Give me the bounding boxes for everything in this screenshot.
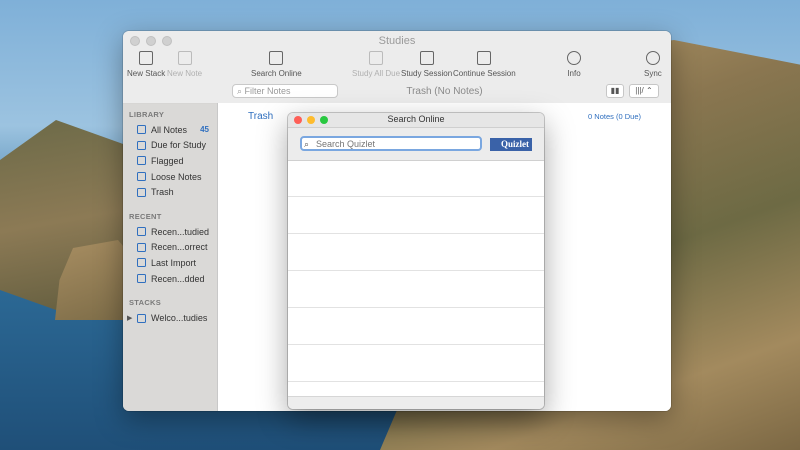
sidebar-panel-icon <box>477 51 492 65</box>
search-icon: ⌕ <box>304 139 310 149</box>
sidebar-item-stack[interactable]: ▶ Welco...tudies <box>123 310 217 326</box>
warning-icon <box>137 242 146 252</box>
sidebar-item-recently-incorrect[interactable]: Recen...orrect <box>123 240 217 256</box>
calendar-icon <box>137 140 146 150</box>
recent-studied-icon <box>137 227 146 237</box>
list-header: ⌕ Filter Notes Trash (No Notes) ▮▮ |||/ … <box>218 83 671 103</box>
info-icon <box>567 51 581 65</box>
list-item[interactable] <box>288 197 544 234</box>
panel-footer <box>288 396 544 409</box>
sidebar-item-recently-studied[interactable]: Recen...tudied <box>123 224 217 240</box>
quizlet-logo[interactable]: Quizlet <box>490 138 532 151</box>
folder-icon <box>137 313 146 323</box>
content-title: Trash <box>248 111 274 122</box>
panel-title: Search Online <box>387 114 445 124</box>
notes-count: 0 Notes (0 Due) <box>588 112 641 121</box>
list-item[interactable] <box>288 308 544 345</box>
library-heading: LIBRARY <box>129 110 165 119</box>
list-item[interactable] <box>288 345 544 382</box>
import-icon <box>137 258 146 268</box>
continue-session-button[interactable]: Continue Session <box>453 51 516 78</box>
list-item[interactable] <box>288 271 544 308</box>
sidebar-item-all-notes[interactable]: All Notes 45 <box>123 122 217 138</box>
list-title: Trash (No Notes) <box>406 86 483 97</box>
sidebar-item-trash[interactable]: Trash <box>123 184 217 200</box>
trash-icon <box>137 187 146 197</box>
download-icon <box>269 51 284 65</box>
list-item[interactable] <box>288 234 544 271</box>
panel-toolbar: ⌕ Quizlet <box>288 128 544 161</box>
window-title: Studies <box>378 35 416 47</box>
search-online-button[interactable]: Search Online <box>251 51 302 78</box>
info-button[interactable]: Info <box>567 51 581 78</box>
sidebar-item-flagged[interactable]: Flagged <box>123 153 217 169</box>
new-note-icon <box>177 51 192 65</box>
bar-chart-icon: ▮▮ <box>610 86 620 95</box>
new-stack-icon <box>139 51 154 65</box>
new-note-button[interactable]: New Note <box>167 51 202 78</box>
study-all-due-button[interactable]: Study All Due <box>352 51 400 78</box>
stacks-heading: STACKS <box>129 298 162 308</box>
chart-view-button[interactable]: ▮▮ <box>606 84 624 98</box>
search-online-panel: Search Online ⌕ Quizlet <box>288 113 544 409</box>
window-titlebar: Studies New Stack New Note Search Online… <box>123 31 671 104</box>
search-quizlet-input[interactable] <box>300 136 482 151</box>
play-icon <box>419 51 434 65</box>
recent-heading: RECENT <box>129 211 162 221</box>
add-icon <box>137 274 146 284</box>
columns-icon: |||/ ⌃ <box>635 86 653 95</box>
list-item[interactable] <box>288 160 544 197</box>
sync-icon <box>645 51 660 65</box>
sidebar-item-recently-added[interactable]: Recen...dded <box>123 271 217 287</box>
column-options-button[interactable]: |||/ ⌃ <box>629 84 659 98</box>
sidebar-item-due-for-study[interactable]: Due for Study <box>123 138 217 154</box>
calendar-icon <box>369 51 384 65</box>
new-stack-button[interactable]: New Stack <box>127 51 165 78</box>
loose-notes-icon <box>137 172 146 182</box>
panel-titlebar: Search Online <box>288 113 544 128</box>
sidebar: LIBRARY All Notes 45 Due for Study Flagg… <box>123 103 218 411</box>
flag-icon <box>137 156 146 166</box>
sidebar-item-loose-notes[interactable]: Loose Notes <box>123 169 217 185</box>
notes-icon <box>137 125 146 135</box>
count-badge: 45 <box>200 125 209 135</box>
search-results-list <box>288 160 544 397</box>
sync-button[interactable]: Sync <box>644 51 662 78</box>
disclosure-triangle-icon[interactable]: ▶ <box>127 314 132 322</box>
study-session-button[interactable]: Study Session <box>401 51 452 78</box>
sidebar-item-last-import[interactable]: Last Import <box>123 255 217 271</box>
